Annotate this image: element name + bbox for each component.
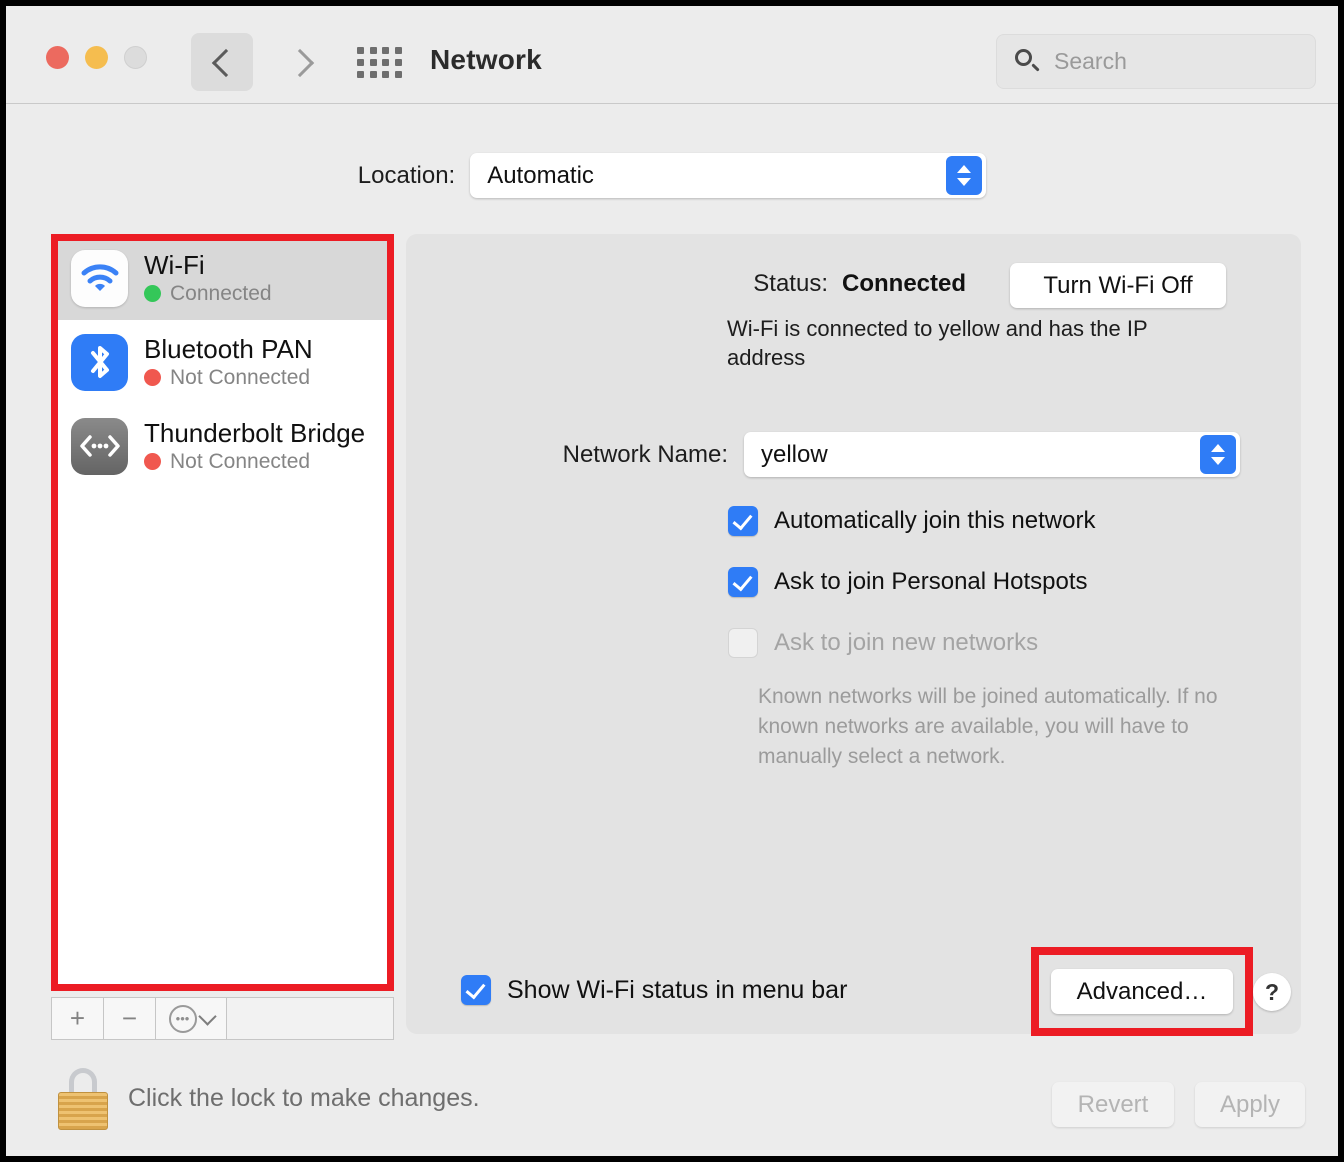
network-name-popup-button[interactable]: yellow xyxy=(744,432,1240,477)
checkbox-checked-icon[interactable] xyxy=(728,567,758,597)
sidebar-toolbar-filler xyxy=(227,998,393,1039)
location-value: Automatic xyxy=(487,161,594,189)
checkbox-unchecked-icon xyxy=(728,628,758,658)
turn-wifi-off-button[interactable]: Turn Wi-Fi Off xyxy=(1010,263,1226,308)
show-all-grid-icon[interactable] xyxy=(357,47,403,79)
search-field[interactable]: Search xyxy=(996,34,1316,89)
revert-button[interactable]: Revert xyxy=(1052,1082,1174,1127)
sidebar-item-text: Thunderbolt Bridge Not Connected xyxy=(144,419,365,474)
checkbox-label: Show Wi-Fi status in menu bar xyxy=(507,975,848,1004)
bluetooth-icon xyxy=(71,333,128,391)
network-preferences-window: Network Search Location: Automatic Wi-Fi… xyxy=(6,6,1338,1156)
remove-service-button[interactable]: − xyxy=(104,998,156,1039)
lock-closed-icon[interactable] xyxy=(58,1068,108,1130)
traffic-lights xyxy=(46,46,147,69)
sidebar-toolbar: + − ••• xyxy=(51,997,394,1040)
checkbox-label: Ask to join new networks xyxy=(774,629,1039,656)
status-value: Connected xyxy=(842,270,967,297)
checkbox-label: Ask to join Personal Hotspots xyxy=(774,568,1088,595)
chevron-down-icon xyxy=(197,1006,217,1026)
help-button[interactable]: ? xyxy=(1253,973,1291,1011)
location-row: Location: Automatic xyxy=(6,153,1338,198)
lock-hint-text: Click the lock to make changes. xyxy=(128,1084,480,1112)
sidebar-item-status: Not Connected xyxy=(144,450,365,474)
network-name-value: yellow xyxy=(761,440,828,468)
status-text: Not Connected xyxy=(170,449,311,473)
sidebar-item-label: Bluetooth PAN xyxy=(144,333,313,364)
chevron-left-icon xyxy=(213,47,231,77)
sidebar-item-label: Wi-Fi xyxy=(144,249,205,280)
back-button[interactable] xyxy=(191,33,253,91)
checkbox-auto-join[interactable]: Automatically join this network xyxy=(728,506,1095,536)
checkbox-ask-personal-hotspots[interactable]: Ask to join Personal Hotspots xyxy=(728,567,1095,597)
sidebar-item-wifi[interactable]: Wi-Fi Connected xyxy=(53,236,392,320)
network-services-list[interactable]: Wi-Fi Connected Bluetooth PAN Not Connec… xyxy=(53,236,392,989)
sidebar-item-status: Not Connected xyxy=(144,366,313,390)
checkbox-label: Automatically join this network xyxy=(774,507,1096,534)
checkbox-show-wifi-status[interactable]: Show Wi-Fi status in menu bar xyxy=(461,975,847,1005)
apply-button[interactable]: Apply xyxy=(1195,1082,1305,1127)
zoom-button xyxy=(124,46,147,69)
checkbox-checked-icon[interactable] xyxy=(728,506,758,536)
status-row: Status: Connected xyxy=(628,270,966,298)
chevron-updown-icon xyxy=(946,156,983,195)
status-dot-icon xyxy=(144,453,161,470)
ellipsis-circle-icon: ••• xyxy=(168,1004,197,1033)
status-description: Wi-Fi is connected to yellow and has the… xyxy=(727,316,1148,370)
status-dot-icon xyxy=(144,369,161,386)
network-services-sidebar: Wi-Fi Connected Bluetooth PAN Not Connec… xyxy=(51,234,394,991)
service-actions-button[interactable]: ••• xyxy=(156,998,227,1039)
status-text: Not Connected xyxy=(170,365,311,389)
status-text: Connected xyxy=(170,281,272,305)
status-label: Status: xyxy=(753,270,828,297)
sidebar-item-bluetooth-pan[interactable]: Bluetooth PAN Not Connected xyxy=(53,320,392,404)
forward-button[interactable] xyxy=(268,33,330,91)
location-popup-button[interactable]: Automatic xyxy=(470,153,987,198)
close-button[interactable] xyxy=(46,46,69,69)
window-titlebar: Network Search xyxy=(6,6,1338,104)
advanced-button[interactable]: Advanced… xyxy=(1051,969,1233,1014)
sidebar-item-thunderbolt-bridge[interactable]: Thunderbolt Bridge Not Connected xyxy=(53,404,392,488)
page-title: Network xyxy=(430,44,542,75)
wifi-options-group: Automatically join this network Ask to j… xyxy=(728,506,1095,689)
network-name-label: Network Name: xyxy=(562,440,728,468)
add-service-button[interactable]: + xyxy=(52,998,104,1039)
sidebar-item-status: Connected xyxy=(144,282,272,306)
sidebar-item-text: Wi-Fi Connected xyxy=(144,251,272,306)
checkbox-checked-icon[interactable] xyxy=(461,975,491,1005)
thunderbolt-icon xyxy=(71,417,128,475)
search-placeholder: Search xyxy=(1054,48,1127,74)
checkbox-ask-new-networks: Ask to join new networks xyxy=(728,628,1095,658)
chevron-right-icon xyxy=(290,47,308,77)
status-dot-icon xyxy=(144,285,161,302)
network-name-row: Network Name: yellow xyxy=(528,432,1240,477)
search-icon xyxy=(1015,48,1041,75)
wifi-settings-pane: Status: Connected Turn Wi-Fi Off Wi-Fi i… xyxy=(406,234,1301,1034)
sidebar-item-text: Bluetooth PAN Not Connected xyxy=(144,335,313,390)
minimize-button[interactable] xyxy=(85,46,108,69)
chevron-updown-icon xyxy=(1200,435,1236,474)
location-label: Location: xyxy=(357,161,456,189)
sidebar-item-label: Thunderbolt Bridge xyxy=(144,417,366,448)
new-networks-hint: Known networks will be joined automatica… xyxy=(758,685,1218,768)
wifi-icon xyxy=(71,249,128,307)
